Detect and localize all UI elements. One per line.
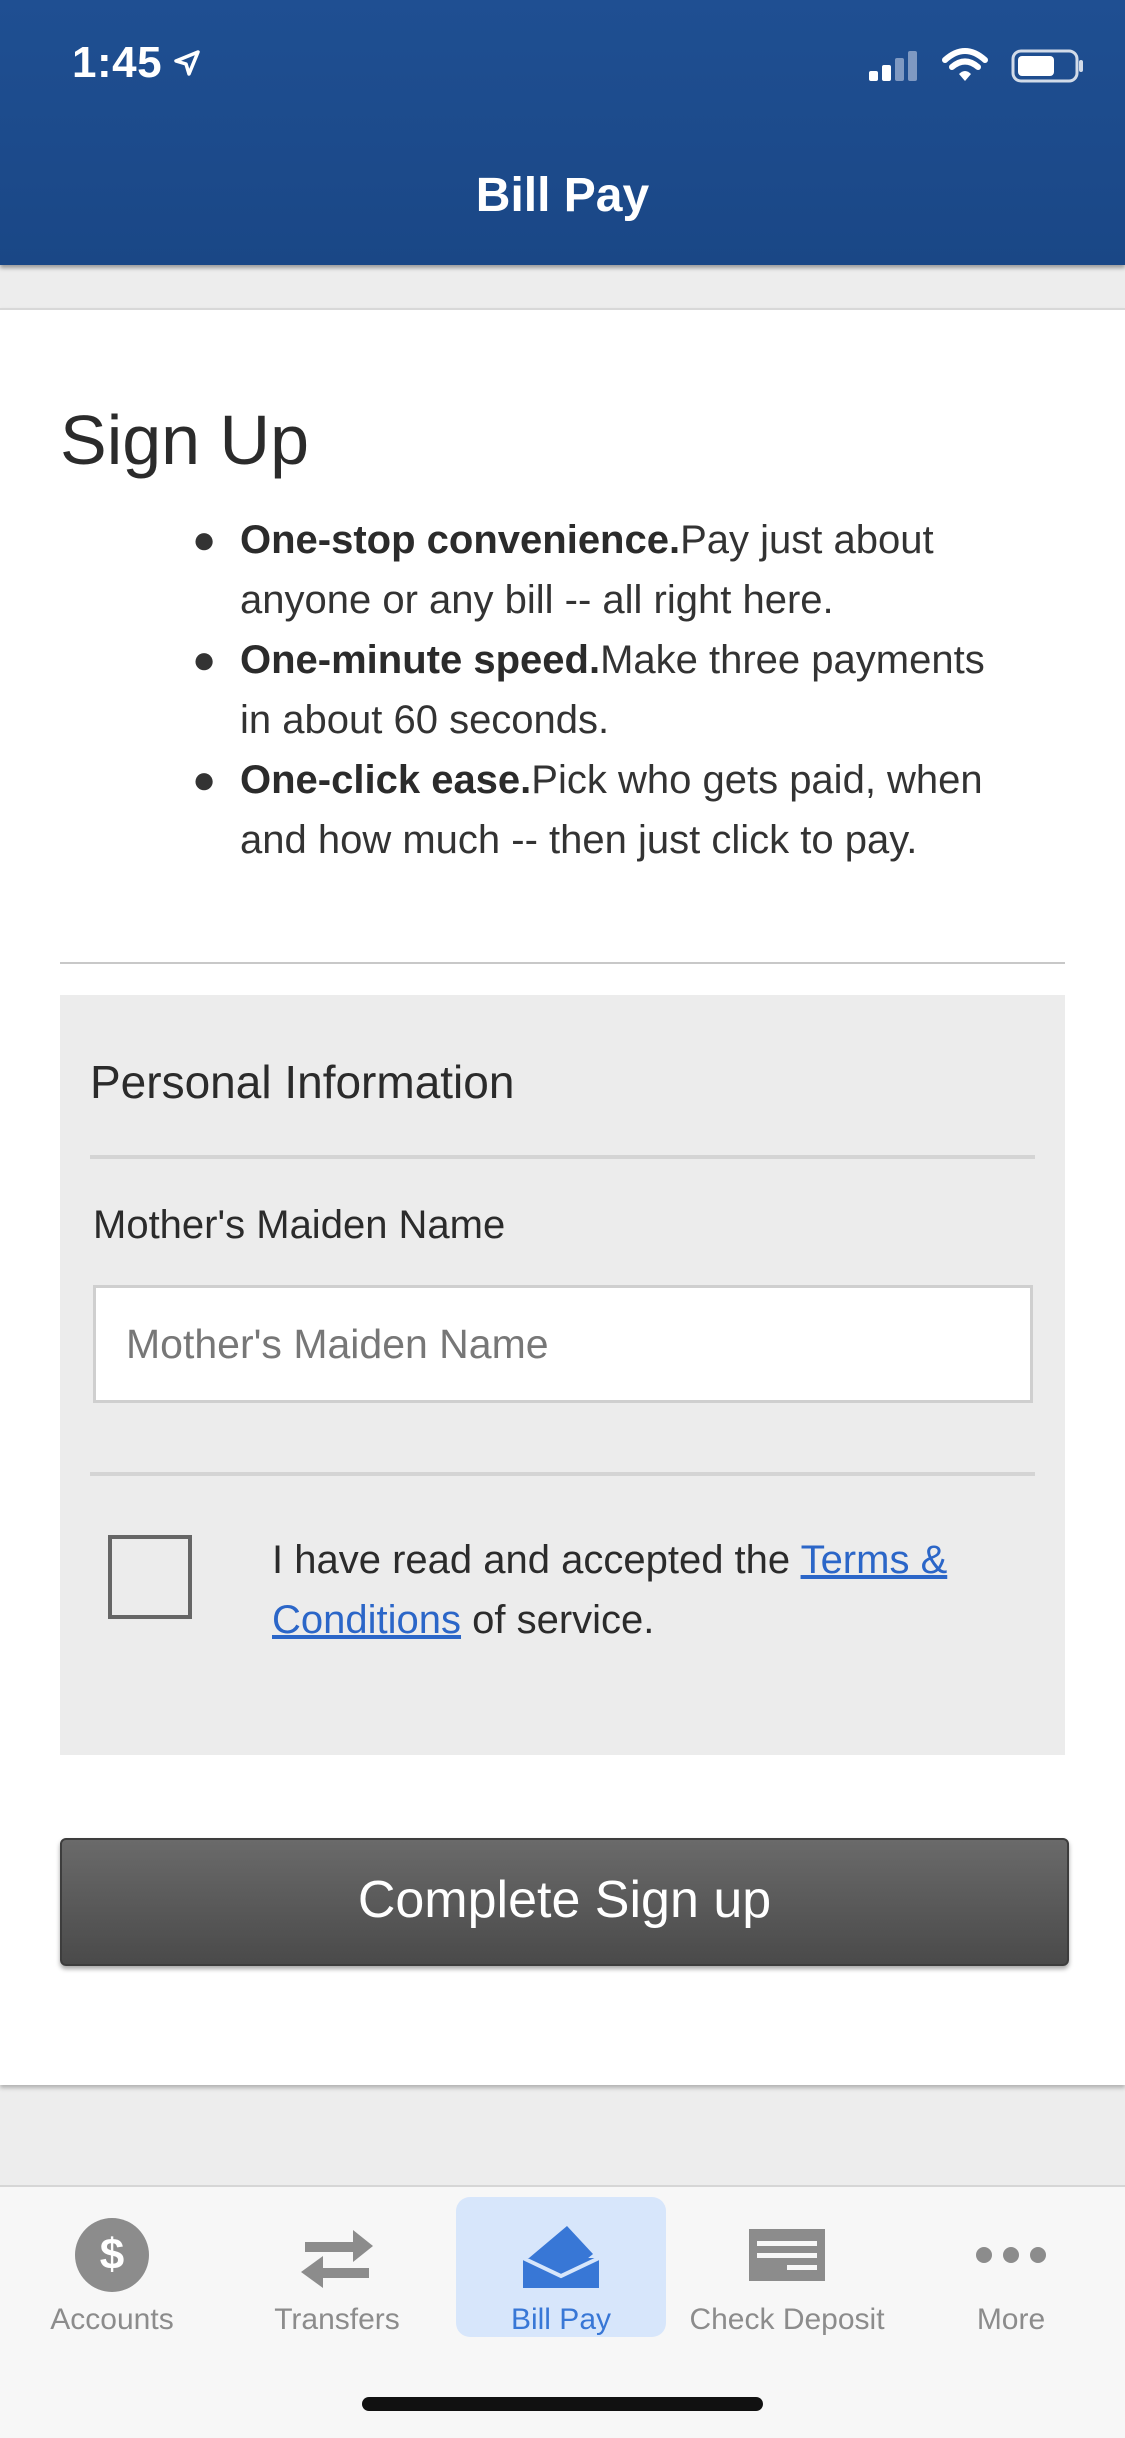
location-arrow-icon <box>174 50 200 76</box>
benefit-bold: One-minute speed. <box>240 638 601 682</box>
bill-envelope-icon <box>456 2215 666 2295</box>
benefit-bold: One-click ease. <box>240 758 532 802</box>
more-dots-icon <box>906 2215 1116 2295</box>
battery-icon <box>1011 49 1083 83</box>
benefit-item: ● One-minute speed.Make three payments i… <box>192 630 1000 750</box>
terms-suffix: of service. <box>461 1598 655 1642</box>
terms-prefix: I have read and accepted the <box>272 1538 801 1582</box>
tab-label: Transfers <box>274 2303 400 2336</box>
tab-transfers[interactable]: Transfers <box>232 2197 442 2337</box>
transfer-arrows-icon <box>232 2215 442 2295</box>
tab-label: Accounts <box>50 2303 174 2336</box>
terms-checkbox[interactable] <box>108 1535 192 1619</box>
status-time-text: 1:45 <box>72 38 163 87</box>
info-divider <box>90 1472 1035 1476</box>
dollar-icon: $ <box>7 2215 217 2295</box>
section-divider <box>60 962 1065 964</box>
tab-bill-pay[interactable]: Bill Pay <box>456 2197 666 2337</box>
bullet-icon: ● <box>192 758 217 802</box>
status-icons <box>867 48 1085 84</box>
tab-label: Check Deposit <box>689 2303 885 2336</box>
svg-text:$: $ <box>100 2230 124 2279</box>
tab-label: Bill Pay <box>510 2303 612 2336</box>
personal-info-section: Personal Information Mother's Maiden Nam… <box>60 995 1065 1755</box>
check-icon <box>682 2215 892 2295</box>
tab-label: More <box>976 2303 1046 2336</box>
status-time: 1:45 <box>72 38 202 88</box>
app-header: 1:45 Bill Pay <box>0 0 1125 265</box>
wifi-icon <box>942 48 988 81</box>
bullet-icon: ● <box>192 518 217 562</box>
info-divider <box>90 1155 1035 1159</box>
benefit-item: ● One-click ease.Pick who gets paid, whe… <box>192 750 1000 870</box>
personal-info-heading: Personal Information <box>90 1056 515 1108</box>
maiden-name-input[interactable] <box>93 1285 1033 1403</box>
tab-more[interactable]: More <box>906 2197 1116 2337</box>
maiden-name-label: Mother's Maiden Name <box>93 1203 506 1247</box>
signal-icon <box>869 51 917 81</box>
signup-heading: Sign Up <box>60 401 310 479</box>
bullet-icon: ● <box>192 638 217 682</box>
terms-text: I have read and accepted the Terms & Con… <box>272 1530 1032 1650</box>
complete-signup-button[interactable]: Complete Sign up <box>60 1838 1069 1966</box>
tab-accounts[interactable]: $ Accounts <box>7 2197 217 2337</box>
home-indicator <box>362 2397 763 2411</box>
page-title: Bill Pay <box>475 169 650 222</box>
benefit-item: ● One-stop convenience.Pay just about an… <box>192 510 1000 630</box>
signup-card: Sign Up ● One-stop convenience.Pay just … <box>0 308 1125 2085</box>
tab-check-deposit[interactable]: Check Deposit <box>682 2197 892 2337</box>
benefit-bold: One-stop convenience. <box>240 518 681 562</box>
benefits-list: ● One-stop convenience.Pay just about an… <box>192 510 1000 870</box>
